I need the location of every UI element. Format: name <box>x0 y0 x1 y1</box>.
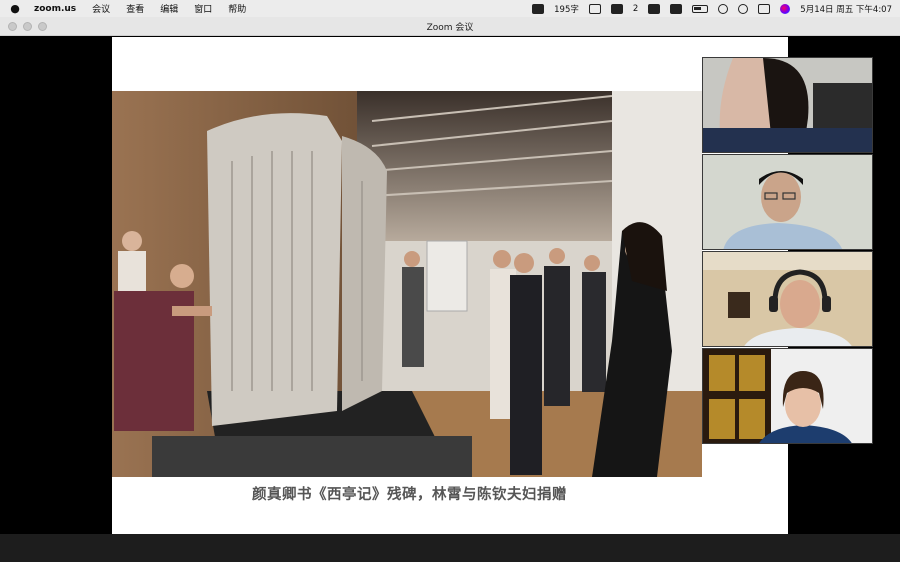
menu-window[interactable]: 窗口 <box>194 2 212 15</box>
word-count-status[interactable]: 195字 <box>554 3 579 15</box>
window-titlebar: Zoom 会议 <box>0 17 900 36</box>
status-area: 195字 2 5月14日 周五 下午4:07 <box>532 0 892 17</box>
maximize-window-button[interactable] <box>38 22 47 31</box>
participant-tile[interactable] <box>702 154 873 250</box>
participant-tile[interactable] <box>702 251 873 347</box>
menu-meeting[interactable]: 会议 <box>92 2 110 15</box>
window-controls <box>8 22 47 31</box>
wps-icon[interactable] <box>648 3 661 14</box>
menu-app-name[interactable]: zoom.us <box>34 4 76 14</box>
menu-help[interactable]: 帮助 <box>228 2 246 15</box>
clock[interactable]: 5月14日 周五 下午4:07 <box>800 3 892 15</box>
apple-menu-icon[interactable]: ● <box>8 2 22 15</box>
participant-video <box>703 349 872 443</box>
siri-icon[interactable] <box>780 3 791 14</box>
search-icon[interactable] <box>738 3 749 14</box>
input-method-icon[interactable] <box>588 3 601 14</box>
slide-caption: 颜真卿书《西亭记》残碑，林霄与陈钦夫妇捐赠 <box>252 487 567 503</box>
wifi-icon[interactable] <box>718 3 729 14</box>
participant-tile[interactable] <box>702 348 873 444</box>
zoom-status-icon[interactable] <box>532 3 545 14</box>
menu-view[interactable]: 查看 <box>126 2 144 15</box>
participant-video <box>703 252 872 346</box>
participant-video <box>703 155 872 249</box>
participant-tile[interactable] <box>702 57 873 153</box>
app-s-icon[interactable] <box>670 3 683 14</box>
shared-screen: 颜真卿书《西亭记》残碑，林霄与陈钦夫妇捐赠 <box>112 37 788 534</box>
menu-bar: ● zoom.us 会议 查看 编辑 窗口 帮助 195字 2 5月14日 周五… <box>0 0 900 17</box>
window-title: Zoom 会议 <box>426 22 474 33</box>
wechat-icon[interactable] <box>610 3 623 14</box>
battery-icon[interactable] <box>692 4 709 13</box>
minimize-window-button[interactable] <box>23 22 32 31</box>
slide-photo <box>112 91 702 477</box>
control-center-icon[interactable] <box>758 3 771 14</box>
meeting-controls-bar <box>0 534 900 562</box>
participant-gallery <box>702 57 874 447</box>
menu-edit[interactable]: 编辑 <box>160 2 178 15</box>
wechat-badge: 2 <box>632 3 639 14</box>
participant-video <box>703 58 872 152</box>
museum-photo <box>112 91 702 477</box>
close-window-button[interactable] <box>8 22 17 31</box>
meeting-area: 颜真卿书《西亭记》残碑，林霄与陈钦夫妇捐赠 <box>0 37 900 534</box>
